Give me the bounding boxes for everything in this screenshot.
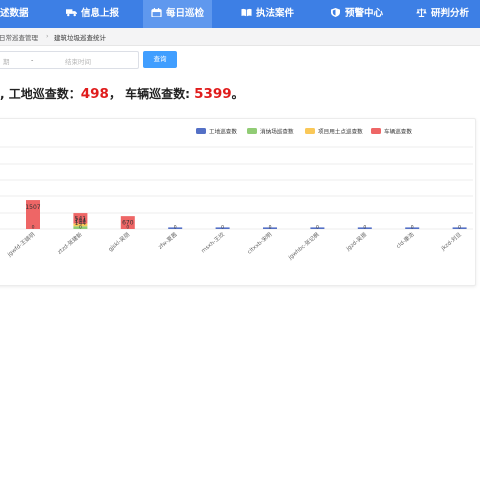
truck-icon	[66, 9, 77, 17]
nav-item-data[interactable]: 述数据	[0, 0, 35, 28]
nav-item-report[interactable]: 信息上报	[58, 0, 127, 28]
x-tick-label: ztzd-张建新	[56, 230, 84, 256]
legend-swatch	[305, 128, 315, 134]
book-icon	[241, 8, 252, 17]
legend-swatch	[196, 128, 206, 134]
summary-suffix: 。	[231, 87, 244, 101]
breadcrumb: 日常巡查管理 › 建筑垃圾巡查统计	[0, 28, 480, 46]
scale-icon	[416, 8, 427, 17]
legend-label: 工地巡查数	[209, 128, 237, 136]
date-range-picker[interactable]: 期 - 结束时间	[0, 51, 139, 69]
nav-item-enforcement[interactable]: 执法案件	[233, 0, 302, 28]
summary-prefix: , 工地巡查数：	[0, 87, 81, 101]
data-label: 1507	[25, 204, 40, 211]
x-tick-label: jgzd-吴振	[343, 230, 368, 253]
summary-mid: ， 车辆巡查数:	[108, 87, 195, 101]
breadcrumb-item-daily-patrol[interactable]: 日常巡查管理	[0, 32, 38, 42]
legend-swatch	[371, 128, 381, 134]
x-tick-label: cld-康浩	[394, 230, 416, 250]
nav-item-label: 述数据	[0, 8, 29, 19]
site-inspection-count: 498	[80, 86, 109, 102]
legend-label: 消纳场巡查数	[260, 128, 294, 136]
end-date-placeholder[interactable]: 结束时间	[65, 56, 91, 66]
top-nav-bar: 述数据 信息上报 每日巡检 执法案件 预警中心 研判分析	[0, 0, 480, 28]
x-tick-label: cltxxb-宋明	[245, 230, 273, 256]
data-label: 670	[122, 220, 134, 227]
stacked-bar-chart: 工地巡查数 消纳场巡查数 项目用土点巡查数 车辆巡查数0jgwfd-王婧玥0ztzd-…	[0, 128, 473, 262]
bar-base-label: 0	[32, 225, 35, 231]
legend-label: 项目用土点巡查数	[318, 128, 363, 136]
nav-item-label: 预警中心	[345, 8, 384, 19]
nav-item-analysis[interactable]: 研判分析	[408, 0, 477, 28]
bar-base-label: 0	[316, 225, 319, 231]
calendar-icon	[151, 8, 162, 17]
nav-item-label: 每日巡检	[166, 8, 205, 19]
x-tick-label: jgwhbc-张记枫	[286, 230, 321, 262]
chevron-right-icon: ›	[46, 32, 49, 40]
bar-base-label: 0	[363, 225, 366, 231]
date-range-separator: -	[31, 56, 34, 64]
legend-swatch	[247, 128, 257, 134]
bar-base-label: 0	[269, 225, 272, 231]
bar-base-label: 0	[221, 225, 224, 231]
nav-item-label: 执法案件	[256, 8, 295, 19]
x-tick-label: zfw-夏茜	[156, 230, 179, 251]
bar-base-label: 0	[174, 225, 177, 231]
x-tick-label: msxh-王欣	[199, 230, 226, 254]
nav-item-warning[interactable]: 预警中心	[322, 0, 391, 28]
bar-base-label: 0	[458, 225, 461, 231]
nav-item-label: 研判分析	[431, 8, 470, 19]
x-tick-label: gjskl-吴丽	[107, 231, 131, 253]
summary-line: , 工地巡查数：498， 车辆巡查数: 5399。	[0, 85, 480, 105]
vehicle-inspection-count: 5399	[194, 86, 232, 102]
start-date-placeholder[interactable]: 期	[3, 56, 10, 66]
breadcrumb-item-stats: 建筑垃圾巡查统计	[54, 34, 106, 42]
nav-item-daily-inspection[interactable]: 每日巡检	[143, 0, 213, 28]
nav-item-label: 信息上报	[81, 8, 120, 19]
bar-base-label: 0	[411, 225, 414, 231]
x-tick-label: jkzd-刘旦	[439, 230, 464, 253]
filter-row: 期 - 结束时间 查询	[0, 50, 480, 72]
legend-label: 车辆巡查数	[384, 128, 412, 136]
data-label: 144	[75, 220, 87, 227]
shield-icon	[331, 8, 340, 17]
chart-panel: 工地巡查数 消纳场巡查数 项目用土点巡查数 车辆巡查数 0 jgwfd-王婧玥 0 ztzd-…	[0, 118, 476, 286]
x-tick-label: jgwfd-王婧玥	[5, 230, 37, 259]
query-button[interactable]: 查询	[143, 51, 177, 68]
